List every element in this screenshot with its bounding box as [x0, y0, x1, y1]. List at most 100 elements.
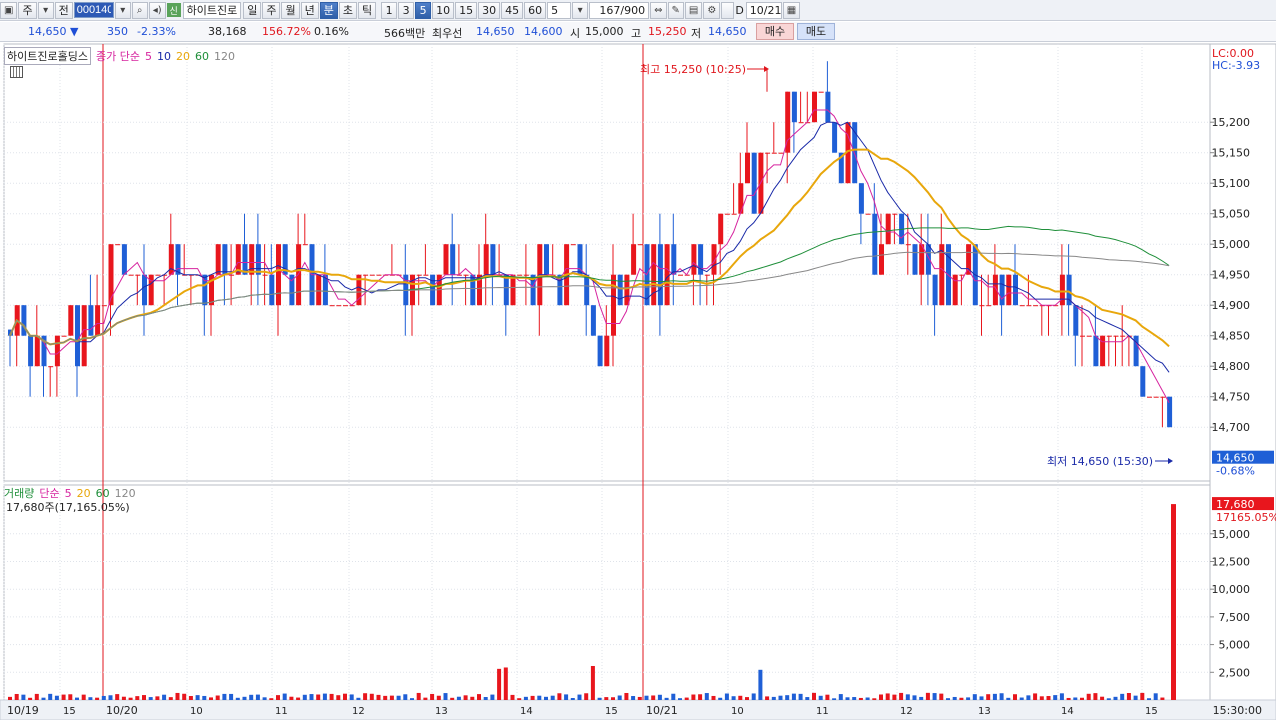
- volume-bar: [1147, 698, 1151, 700]
- volume-bar: [235, 697, 240, 700]
- ma-5-label: 5: [144, 49, 152, 63]
- volume-bar: [771, 696, 776, 700]
- candle-body: [483, 244, 489, 275]
- stock-name-field[interactable]: 하이트진로: [182, 1, 242, 19]
- volume-bar: [88, 697, 93, 700]
- vol-ma-20-label: 20: [76, 486, 91, 500]
- candle-body: [718, 213, 724, 245]
- volume-bar: [1073, 697, 1078, 700]
- vol-ma-60-label: 60: [95, 486, 110, 500]
- prev-label: 전: [58, 4, 69, 17]
- interval-5[interactable]: 5: [415, 1, 432, 19]
- interval-60[interactable]: 60: [524, 1, 547, 19]
- code-dropdown-icon[interactable]: ▾: [114, 1, 131, 19]
- volume-bar: [590, 665, 595, 700]
- volume-bar: [718, 697, 723, 700]
- candle-body: [302, 244, 308, 246]
- draw-tool-icon[interactable]: ✎: [667, 1, 684, 19]
- candle-body: [108, 244, 114, 306]
- zoom-icon[interactable]: ⇔: [650, 1, 667, 19]
- volume-bar: [242, 696, 247, 700]
- volume-bar: [584, 693, 589, 700]
- volume-bar: [121, 696, 126, 700]
- candle-body: [81, 305, 87, 367]
- ma-20-label: 20: [175, 49, 190, 63]
- period-tick[interactable]: 틱: [357, 1, 377, 19]
- candle-body: [510, 274, 516, 306]
- candle-body: [135, 274, 141, 276]
- prev-button[interactable]: 전: [54, 1, 73, 19]
- price-tick-label: 15,200: [1212, 116, 1251, 129]
- candle-body: [624, 274, 630, 306]
- volume-bar: [309, 694, 314, 700]
- period-day[interactable]: 일: [243, 1, 262, 19]
- candle-body: [999, 274, 1005, 306]
- low-price: 14,650: [708, 25, 747, 38]
- interval-dropdown-icon[interactable]: ▾: [572, 1, 589, 19]
- volume-bar: [195, 695, 200, 700]
- candle-body: [276, 244, 281, 306]
- interval-1[interactable]: 1: [381, 1, 398, 19]
- volume-bar: [624, 692, 629, 700]
- volume-bar: [631, 696, 636, 700]
- interval-10[interactable]: 10: [432, 1, 455, 19]
- candle-body: [1013, 274, 1018, 306]
- candle-body: [463, 274, 469, 276]
- volume-bar: [215, 695, 220, 700]
- candle-body: [731, 213, 737, 215]
- volume-bar: [142, 695, 146, 700]
- save-icon[interactable]: ▤: [684, 1, 703, 19]
- gear-icon[interactable]: ⚙: [703, 1, 721, 19]
- stock-code-input[interactable]: [73, 2, 114, 18]
- interval-3[interactable]: 3: [398, 1, 415, 19]
- volume-bar: [751, 693, 756, 700]
- volume-bar: [262, 697, 267, 700]
- indicator-icon[interactable]: [10, 66, 23, 78]
- price-tick-label: 15,050: [1212, 208, 1251, 221]
- volume-bar: [1140, 692, 1145, 700]
- candle-body: [912, 244, 918, 275]
- date-field[interactable]: 10/21: [745, 1, 782, 19]
- period-week[interactable]: 주: [262, 1, 281, 19]
- chevron-down-icon[interactable]: ▾: [37, 1, 54, 19]
- interval-30[interactable]: 30: [478, 1, 501, 19]
- volume-bar: [892, 694, 897, 700]
- chart-canvas[interactable]: 10/19 15 10/20 10 11 12 13 14 15 10/21 10 11 12 13 14 1…: [0, 43, 1276, 720]
- stock-tag[interactable]: 하이트진로홀딩스: [4, 47, 91, 65]
- search-icon[interactable]: ⌕: [131, 1, 148, 19]
- volume-bar: [523, 696, 528, 700]
- volume-bar: [182, 693, 187, 700]
- period-year[interactable]: 년: [300, 1, 319, 19]
- volume-bar: [1160, 697, 1165, 700]
- candle-body: [544, 244, 549, 275]
- candle-body: [979, 305, 985, 307]
- candle-body: [423, 274, 429, 276]
- volume-bar: [805, 697, 810, 700]
- volume-bar: [95, 697, 100, 700]
- candle-body: [1120, 335, 1126, 337]
- interval-15[interactable]: 15: [455, 1, 478, 19]
- buy-button[interactable]: 매수: [756, 23, 794, 40]
- x-tick-label: 14: [520, 706, 533, 717]
- candle-body: [765, 152, 771, 154]
- date-checkbox-label: D: [735, 3, 744, 17]
- volume-bar: [564, 694, 569, 700]
- sound-icon[interactable]: ◂): [148, 1, 166, 19]
- period-second[interactable]: 초: [338, 1, 357, 19]
- calendar-icon[interactable]: ▦: [782, 1, 801, 19]
- interval-45[interactable]: 45: [501, 1, 524, 19]
- layout-icon[interactable]: ▣: [0, 1, 18, 19]
- volume-bar: [838, 694, 843, 700]
- interval-select[interactable]: 5: [547, 1, 572, 19]
- volume-bar: [155, 696, 160, 700]
- volume-bar: [510, 694, 515, 700]
- period-month[interactable]: 월: [281, 1, 300, 19]
- sell-button[interactable]: 매도: [797, 23, 835, 40]
- vol-ma-5-label: 5: [64, 486, 72, 500]
- candle-body: [1093, 335, 1099, 367]
- count-field[interactable]: 167/900: [589, 1, 650, 19]
- date-checkbox[interactable]: [721, 1, 735, 19]
- market-mode-select[interactable]: 주: [18, 1, 37, 19]
- period-minute[interactable]: 분: [319, 1, 338, 19]
- volume-pane: [3, 484, 1211, 701]
